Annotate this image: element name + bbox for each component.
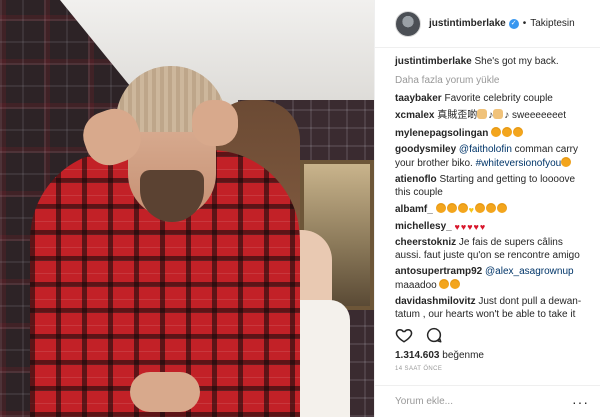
yellow-heart-emoji-icon: ♥: [468, 205, 474, 215]
comment-mention[interactable]: @faitholofin: [459, 144, 512, 155]
heart-eyes-emoji-icon: [457, 203, 468, 213]
caption: justintimberlake She's got my back.: [395, 56, 591, 69]
comment-username[interactable]: taaybaker: [395, 93, 442, 104]
red-heart-emoji-icon: ♥: [473, 221, 479, 232]
list-item: albamf_ ♥: [395, 203, 591, 217]
red-heart-emoji-icon: ♥: [460, 221, 467, 232]
list-item: xcmalex 真賊歪啲 ♪ ♪ sweeeeeeet: [395, 109, 591, 123]
list-item: goodysmiley @faitholofin comman carry yo…: [395, 144, 591, 170]
list-item: michellesy_ ♥♥♥♥♥: [395, 221, 591, 234]
post-header: justintimberlake ✓ • Takiptesin: [375, 0, 600, 48]
likes-count[interactable]: 1.314.603 beğenme: [395, 350, 484, 361]
header-username[interactable]: justintimberlake: [429, 18, 506, 29]
likes-label: beğenme: [442, 350, 484, 361]
red-heart-emoji-icon: ♥: [454, 221, 460, 232]
comment-text: Favorite celebrity couple: [444, 92, 553, 104]
comment-hashtag[interactable]: #whiteversionofyou: [476, 158, 562, 169]
comment-bubble-icon[interactable]: [425, 326, 443, 344]
heart-eyes-emoji-icon: [502, 126, 513, 137]
red-heart-emoji-icon: ♥: [467, 221, 473, 232]
list-item: taaybaker Favorite celebrity couple: [395, 93, 591, 106]
heart-eyes-emoji-icon: [491, 126, 502, 137]
comment-mention[interactable]: @alex_asagrownup: [485, 266, 574, 277]
heart-eyes-emoji-icon: [474, 203, 485, 213]
post-timestamp[interactable]: 14 SAAT ÖNCE: [395, 366, 442, 372]
comment-username[interactable]: davidashmilovitz: [395, 296, 476, 307]
verified-badge-icon: ✓: [508, 18, 519, 29]
photo-bottom-hand: [130, 372, 200, 412]
heart-eyes-emoji-icon: [513, 126, 524, 137]
post-sidebar: justintimberlake ✓ • Takiptesin justinti…: [374, 0, 600, 417]
person-emoji-icon: [477, 109, 488, 119]
caption-username[interactable]: justintimberlake: [395, 56, 472, 67]
comment-username[interactable]: antosupertramp92: [395, 266, 482, 277]
person-emoji-icon: [493, 109, 504, 119]
action-bar: [395, 326, 443, 344]
heart-eyes-emoji-icon: [435, 203, 446, 213]
list-item: davidashmilovitz Just dont pull a dewan-…: [395, 296, 591, 319]
comment-tail: maaadoo: [395, 279, 437, 291]
comment-text: 真賊歪啲: [437, 110, 478, 121]
follow-status-button[interactable]: Takiptesin: [530, 18, 574, 29]
more-options-icon[interactable]: ···: [572, 394, 589, 410]
comment-username[interactable]: cheerstokniz: [395, 237, 456, 248]
heart-eyes-emoji-icon: [446, 203, 457, 213]
list-item: cheerstokniz Je fais de supers câlins au…: [395, 237, 591, 262]
photo-right-hand: [192, 100, 238, 146]
add-comment-bar: ···: [375, 385, 600, 417]
list-item: atienoflo Starting and getting to loooov…: [395, 174, 591, 199]
heart-eyes-emoji-icon: [485, 203, 496, 213]
comment-username[interactable]: xcmalex: [395, 110, 434, 121]
add-comment-input[interactable]: [395, 396, 572, 407]
load-more-comments-link[interactable]: Daha fazla yorum yükle: [395, 75, 591, 86]
comment-username[interactable]: michellesy_: [395, 221, 452, 232]
avatar[interactable]: [395, 10, 421, 37]
comment-tail: sweeeeeeet: [509, 110, 566, 121]
comment-username[interactable]: albamf_: [395, 204, 433, 215]
red-heart-emoji-icon: ♥: [479, 221, 486, 232]
comment-username[interactable]: mylenepagsolingan: [395, 128, 488, 139]
comment-username[interactable]: goodysmiley: [395, 144, 456, 155]
list-item: antosupertramp92 @alex_asagrownup maaado…: [395, 266, 591, 292]
heart-eyes-emoji-icon: [439, 278, 450, 289]
post-photo[interactable]: [0, 0, 374, 417]
laugh-emoji-icon: [561, 156, 572, 167]
heart-eyes-emoji-icon: [496, 203, 507, 213]
list-item: mylenepagsolingan: [395, 126, 591, 141]
caption-text: She's got my back.: [474, 56, 559, 67]
comment-list: justintimberlake She's got my back. Daha…: [375, 56, 600, 319]
heart-outline-icon[interactable]: [395, 326, 413, 344]
comment-username[interactable]: atienoflo: [395, 174, 437, 185]
separator-dot: •: [522, 18, 527, 29]
likes-number: 1.314.603: [395, 350, 440, 361]
laugh-emoji-icon: [450, 278, 461, 289]
